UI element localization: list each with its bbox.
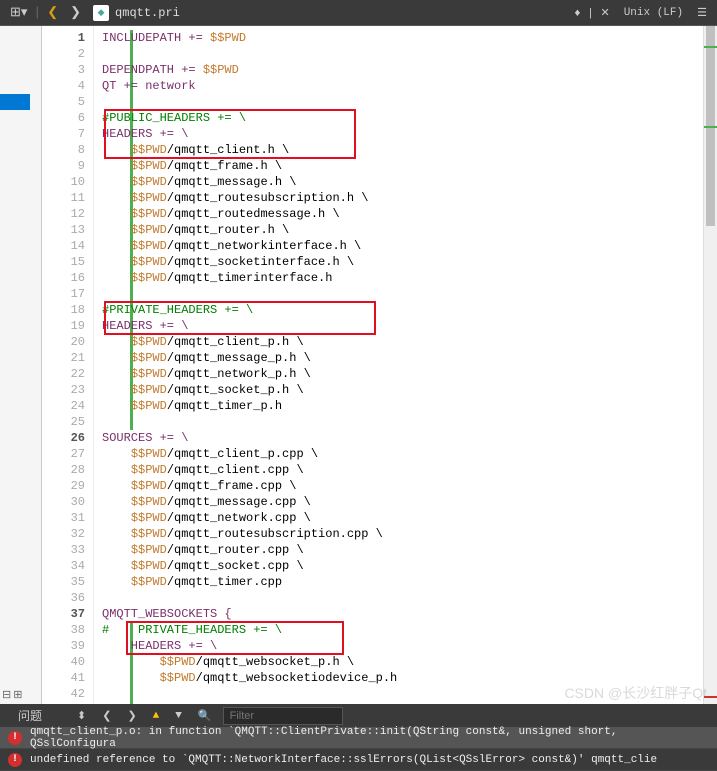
warning-icon[interactable]: ▲ — [148, 708, 165, 724]
main-area: ⊟ ⊞ 123456789101112131415161718192021222… — [0, 26, 717, 704]
issue-text: undefined reference to `QMQTT::NetworkIn… — [30, 754, 657, 766]
left-margin: ⊟ ⊞ — [0, 26, 42, 704]
file-type-icon: ◆ — [93, 5, 109, 21]
nav-forward-icon[interactable]: ❯ — [64, 3, 87, 22]
issue-row[interactable]: ! undefined reference to `QMQTT::Network… — [0, 749, 717, 771]
collapse-icon[interactable]: ⬍ — [72, 707, 91, 725]
issues-toolbar: 问题 ⬍ ❮ ❯ ▲ ▼ 🔍 — [0, 704, 717, 727]
watermark: CSDN @长沙红胖子Qt — [564, 683, 707, 703]
issue-text: qmqtt_client_p.o: in function `QMQTT::Cl… — [30, 726, 709, 750]
fold-icon[interactable]: ⊟ — [2, 688, 11, 702]
code-content[interactable]: INCLUDEPATH += $$PWDDEPENDPATH += $$PWDQ… — [94, 26, 703, 704]
filter-funnel-icon[interactable]: ▼ — [170, 708, 187, 724]
line-numbers: 1234567891011121314151617181920212223242… — [42, 26, 94, 704]
search-icon: 🔍 — [193, 707, 217, 725]
line-ending-label[interactable]: Unix (LF) — [624, 7, 683, 19]
divider: | — [33, 5, 41, 20]
filename-label: qmqtt.pri — [115, 6, 180, 20]
error-icon: ! — [8, 753, 22, 767]
issues-tab[interactable]: 问题 — [8, 704, 52, 727]
change-mark — [704, 126, 717, 128]
issues-panel: ! qmqtt_client_p.o: in function `QMQTT::… — [0, 727, 717, 771]
next-issue-icon[interactable]: ❯ — [122, 707, 141, 725]
minimap-scrollbar[interactable] — [703, 26, 717, 704]
code-editor[interactable]: 1234567891011121314151617181920212223242… — [42, 26, 703, 704]
dropdown-icon[interactable]: ♦ | ✕ — [568, 4, 616, 22]
nav-back-icon[interactable]: ❮ — [41, 3, 64, 22]
encoding-icon[interactable]: ☰ — [691, 4, 713, 22]
prev-issue-icon[interactable]: ❮ — [97, 707, 116, 725]
editor-toolbar: ⊞▾ | ❮ ❯ ◆ qmqtt.pri ♦ | ✕ Unix (LF) ☰ — [0, 0, 717, 26]
expand-icon[interactable]: ⊞ — [13, 688, 22, 702]
bookmark-marker[interactable] — [0, 94, 30, 110]
split-icon[interactable]: ⊞▾ — [4, 3, 33, 22]
change-mark — [704, 46, 717, 48]
error-icon: ! — [8, 731, 22, 745]
filter-input[interactable] — [223, 707, 343, 725]
issue-row[interactable]: ! qmqtt_client_p.o: in function `QMQTT::… — [0, 727, 717, 749]
